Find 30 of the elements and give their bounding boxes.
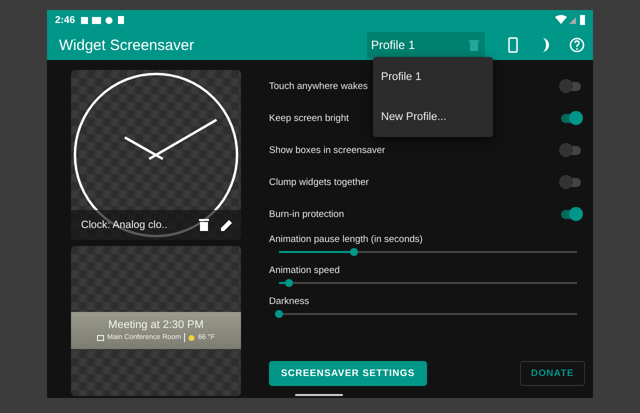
slider-thumb[interactable] — [350, 248, 358, 256]
slider-label: Animation speed — [269, 265, 341, 276]
setting-label: Clump widgets together — [269, 176, 369, 188]
trash-icon[interactable] — [199, 219, 209, 231]
slider-thumb[interactable] — [275, 310, 283, 318]
widget-caption: Clock: Analog clo.. — [81, 219, 168, 231]
calendar-icon — [97, 334, 104, 340]
status-time: 2:46 — [55, 14, 76, 26]
slider-label: Darkness — [269, 296, 310, 307]
setting-label: Burn-in protection — [269, 208, 344, 220]
slider-label: Animation pause length (in seconds) — [269, 234, 424, 245]
screensaver-settings-button[interactable]: SCREENSAVER SETTINGS — [269, 361, 427, 386]
weather-icon — [188, 334, 196, 340]
slider-thumb[interactable] — [285, 279, 294, 287]
menu-item[interactable]: Profile 1 — [373, 71, 493, 83]
toggle-switch[interactable] — [561, 178, 581, 186]
meeting-title: Meeting at 2:30 PM — [108, 319, 204, 331]
setting-label: Touch anywhere wakes — [269, 80, 368, 92]
profile-dropdown[interactable]: Profile 1 — [367, 32, 485, 58]
donate-button[interactable]: DONATE — [520, 361, 585, 386]
app-title: Widget Screensaver — [59, 36, 196, 54]
toggle-switch[interactable] — [561, 210, 581, 218]
setting-label: Show boxes in screensaver — [269, 144, 386, 156]
toggle-switch[interactable] — [561, 146, 581, 154]
setting-label: Keep screen bright — [269, 112, 349, 124]
pencil-icon[interactable] — [221, 219, 233, 231]
status-icons — [555, 15, 585, 25]
toggle-switch[interactable] — [561, 114, 581, 122]
menu-item[interactable]: New Profile... — [373, 111, 493, 123]
toggle-switch[interactable] — [561, 82, 581, 90]
